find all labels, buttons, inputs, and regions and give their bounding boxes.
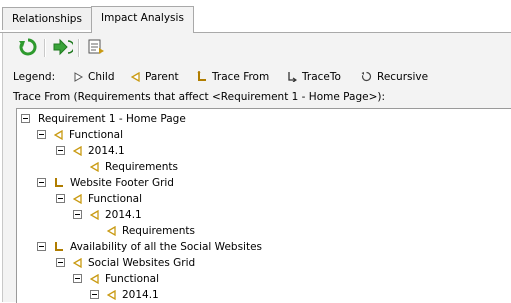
refresh-button[interactable] bbox=[17, 36, 39, 58]
tree-node[interactable]: Functional bbox=[37, 127, 123, 143]
impact-tree[interactable]: Requirement 1 - Home Page Functional 2014.… bbox=[16, 108, 511, 303]
legend-item-label: Trace From bbox=[212, 71, 270, 83]
tree-node[interactable]: Availability of all the Social Websites bbox=[37, 239, 262, 255]
tree-node-label: 2014.1 bbox=[88, 145, 125, 157]
tree-node-label: Social Websites Grid bbox=[88, 257, 196, 269]
tree-node-label: Functional bbox=[105, 273, 160, 285]
collapse-toggle[interactable] bbox=[21, 114, 30, 123]
details-icon bbox=[88, 39, 104, 54]
legend-item-label: Child bbox=[88, 71, 115, 83]
trace-from-icon bbox=[55, 178, 63, 187]
collapse-toggle[interactable] bbox=[37, 178, 46, 187]
legend-item-label: Recursive bbox=[377, 71, 429, 83]
tree-node-label: Functional bbox=[69, 129, 124, 141]
toolbar-separator bbox=[78, 39, 80, 57]
parent-icon bbox=[73, 146, 82, 156]
collapse-toggle[interactable] bbox=[37, 130, 46, 139]
tree-node[interactable]: Functional bbox=[73, 271, 159, 287]
parent-icon bbox=[90, 162, 99, 172]
parent-icon bbox=[90, 210, 99, 220]
collapse-toggle[interactable] bbox=[56, 194, 65, 203]
tree-node[interactable]: Website Footer Grid bbox=[37, 175, 174, 191]
refresh-icon bbox=[19, 38, 37, 56]
trace-from-icon bbox=[55, 242, 63, 251]
tab-label: Impact Analysis bbox=[101, 12, 184, 24]
collapse-toggle[interactable] bbox=[37, 242, 46, 251]
parent-icon bbox=[107, 226, 116, 236]
parent-icon bbox=[73, 258, 82, 268]
recursive-icon bbox=[361, 71, 372, 82]
collapse-toggle[interactable] bbox=[73, 274, 82, 283]
tab-strip: Relationships Impact Analysis bbox=[0, 0, 511, 34]
tree-node[interactable]: 2014.1 bbox=[90, 287, 159, 303]
legend-label: Legend: bbox=[13, 71, 56, 83]
tab-label: Relationships bbox=[12, 13, 82, 25]
legend-item-parent: Parent bbox=[130, 70, 179, 84]
tree-node-label: Functional bbox=[88, 193, 143, 205]
tree-node[interactable]: Functional bbox=[56, 191, 142, 207]
go-to-requirement-button[interactable] bbox=[51, 36, 75, 58]
trace-from-title: Trace From (Requirements that affect <Re… bbox=[13, 91, 385, 103]
tree-node-label: Requirements bbox=[105, 161, 178, 173]
tree-node[interactable]: Requirements bbox=[90, 159, 178, 175]
collapse-toggle[interactable] bbox=[73, 210, 82, 219]
tree-node-label: Requirements bbox=[122, 225, 195, 237]
parent-icon bbox=[90, 274, 99, 284]
parent-icon bbox=[54, 130, 63, 140]
tree-node-label: Requirement 1 - Home Page bbox=[38, 113, 186, 125]
impact-analysis-panel: Legend: Child Parent Trace From TraceTo … bbox=[2, 33, 511, 303]
tree-node-label: 2014.1 bbox=[105, 209, 142, 221]
details-button[interactable] bbox=[85, 36, 107, 58]
legend-item-label: Parent bbox=[145, 71, 179, 83]
legend-item-trace-from: Trace From bbox=[197, 69, 270, 84]
tree-node[interactable]: Requirement 1 - Home Page bbox=[21, 111, 186, 127]
trace-to-icon bbox=[288, 72, 298, 83]
tree-node[interactable]: Social Websites Grid bbox=[56, 255, 195, 271]
legend-item-child: Child bbox=[74, 70, 115, 84]
trace-from-icon bbox=[197, 69, 206, 81]
toolbar-separator bbox=[44, 39, 46, 57]
legend-item-recursive: Recursive bbox=[361, 70, 428, 84]
parent-icon bbox=[73, 194, 82, 204]
child-icon bbox=[74, 72, 84, 82]
collapse-toggle[interactable] bbox=[90, 290, 99, 299]
legend-item-trace-to: TraceTo bbox=[287, 70, 341, 84]
tree-node[interactable]: Requirements bbox=[107, 223, 195, 239]
tree-node-label: Availability of all the Social Websites bbox=[70, 241, 262, 253]
tab-impact-analysis[interactable]: Impact Analysis bbox=[91, 6, 194, 33]
legend-item-label: TraceTo bbox=[302, 71, 341, 83]
collapse-toggle[interactable] bbox=[56, 146, 65, 155]
tree-node-label: 2014.1 bbox=[122, 289, 159, 301]
go-to-requirement-icon bbox=[53, 38, 75, 56]
collapse-toggle[interactable] bbox=[56, 258, 65, 267]
tree-node-label: Website Footer Grid bbox=[70, 177, 174, 189]
tree-node[interactable]: 2014.1 bbox=[56, 143, 125, 159]
tab-relationships[interactable]: Relationships bbox=[2, 7, 92, 30]
parent-icon bbox=[107, 290, 116, 300]
parent-icon bbox=[130, 71, 140, 83]
tree-node[interactable]: 2014.1 bbox=[73, 207, 142, 223]
